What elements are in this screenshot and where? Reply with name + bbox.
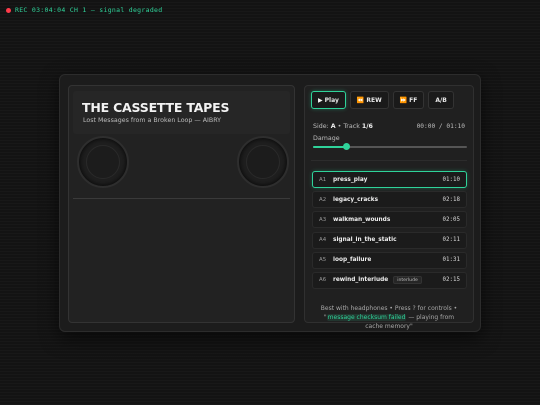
track-code: A2 xyxy=(319,196,327,203)
track-code: A3 xyxy=(319,216,327,223)
track-row[interactable]: A5 loop_failure 01:31 xyxy=(312,251,467,269)
right-reel-icon xyxy=(237,136,289,188)
rewind-button[interactable]: ⏪ REW xyxy=(349,91,389,109)
track-duration: 02:15 xyxy=(442,277,460,284)
track-code: A4 xyxy=(319,237,327,244)
damage-slider[interactable] xyxy=(313,143,467,150)
track-code: A6 xyxy=(319,277,327,284)
fast-forward-button[interactable]: ⏩ FF xyxy=(392,91,425,109)
ab-label: A/B xyxy=(435,96,447,104)
footer-note: Best with headphones • Press ? for contr… xyxy=(320,305,458,330)
track-name: rewind_interlude xyxy=(333,277,389,284)
track-name: signal_in_the_static xyxy=(333,237,397,244)
damage-slider-thumb[interactable] xyxy=(343,143,351,150)
damage-slider-fill xyxy=(313,146,347,148)
footer-highlight: message checksum failed xyxy=(326,314,407,321)
side-value: A xyxy=(330,123,336,130)
track-duration: 01:10 xyxy=(442,176,460,183)
track-label: Track xyxy=(343,123,360,130)
track-code: A5 xyxy=(319,257,327,264)
player-device: THE CASSETTE TAPES Lost Messages from a … xyxy=(59,74,481,332)
track-row[interactable]: A6 rewind_interlude interlude 02:15 xyxy=(312,271,467,289)
status-text: REC 03:04:04 CH 1 — signal degraded xyxy=(15,6,163,14)
track-row[interactable]: A2 legacy_cracks 02:18 xyxy=(312,191,467,209)
track-name: loop_failure xyxy=(333,257,372,264)
status-bar: REC 03:04:04 CH 1 — signal degraded xyxy=(6,6,162,14)
track-name: walkman_wounds xyxy=(333,216,391,223)
rewind-icon: ⏪ xyxy=(356,96,365,104)
time-readout: 00:00 / 01:10 xyxy=(416,123,465,130)
ab-toggle-button[interactable]: A/B xyxy=(428,91,454,109)
track-row[interactable]: A3 walkman_wounds 02:05 xyxy=(312,211,467,229)
track-name: press_play xyxy=(333,176,368,183)
track-duration: 01:31 xyxy=(442,257,460,264)
fast-forward-icon: ⏩ xyxy=(399,96,408,104)
side-label: Side: xyxy=(313,123,329,130)
track-list: A1 press_play 01:10 A2 legacy_cracks 02:18 A3 w… xyxy=(312,171,467,292)
tape-divider xyxy=(73,198,290,199)
track-duration: 02:05 xyxy=(442,216,460,223)
footer-text: Best with headphones • Press ? for contr… xyxy=(320,305,458,312)
track-tag: interlude xyxy=(393,276,422,285)
track-name: legacy_cracks xyxy=(333,196,379,203)
cassette: THE CASSETTE TAPES Lost Messages from a … xyxy=(68,85,295,323)
track-duration: 02:11 xyxy=(442,237,460,244)
fast-forward-label: FF xyxy=(409,96,418,104)
left-reel-icon xyxy=(77,136,129,188)
track-value: 1/6 xyxy=(361,123,373,130)
side-track-info: Side: A • Track 1/6 00:00 / 01:10 xyxy=(313,123,465,130)
track-code: A1 xyxy=(319,176,327,183)
controls-panel: ▶ Play ⏪ REW ⏩ FF A/B Side: A • Track 1/… xyxy=(304,85,474,330)
record-dot-icon xyxy=(6,7,11,13)
play-icon: ▶ xyxy=(318,96,323,104)
cassette-title: THE CASSETTE TAPES xyxy=(82,100,230,115)
transport-controls: ▶ Play ⏪ REW ⏩ FF A/B xyxy=(311,91,454,109)
play-label: Play xyxy=(324,96,339,104)
play-button[interactable]: ▶ Play xyxy=(311,91,346,109)
cassette-subtitle: Lost Messages from a Broken Loop — AIBRY xyxy=(83,117,222,124)
track-row[interactable]: A1 press_play 01:10 xyxy=(312,171,467,188)
track-row[interactable]: A4 signal_in_the_static 02:11 xyxy=(312,231,467,249)
tape-window xyxy=(135,142,231,176)
divider xyxy=(311,160,467,161)
track-duration: 02:18 xyxy=(442,196,460,203)
rewind-label: REW xyxy=(366,96,382,104)
damage-label: Damage xyxy=(313,135,340,142)
